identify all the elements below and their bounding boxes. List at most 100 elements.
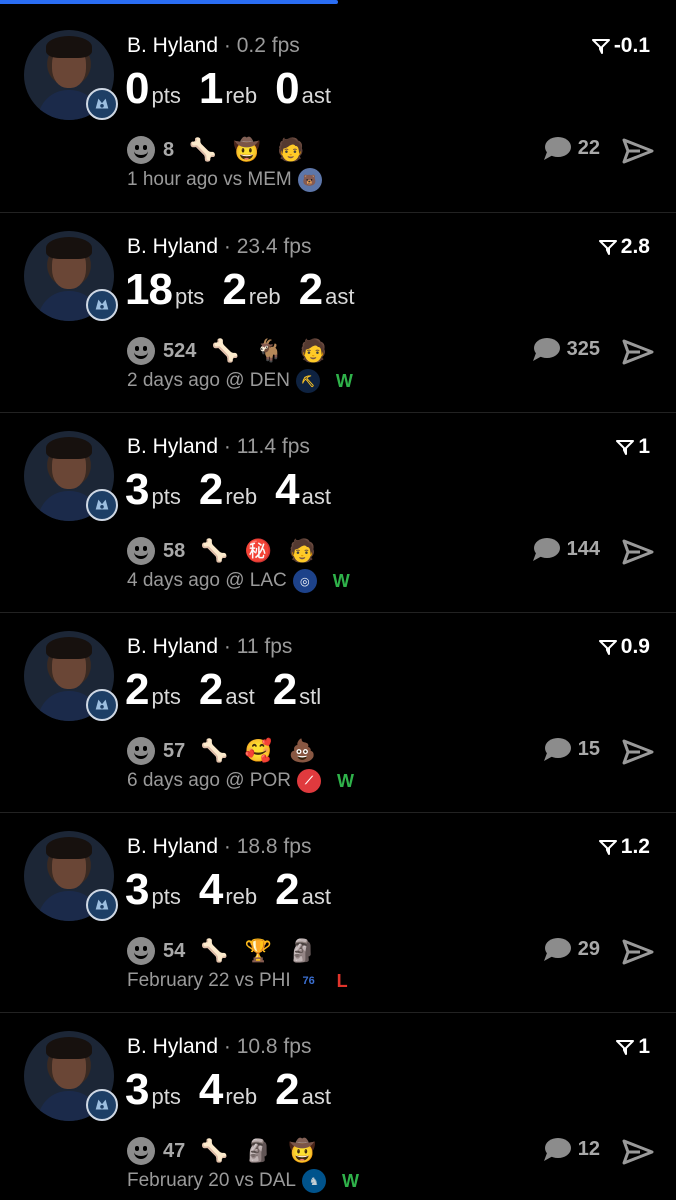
comment-count: 12 bbox=[577, 1137, 600, 1160]
reaction-emoji-3[interactable]: 🧑 bbox=[276, 139, 306, 161]
game-info: February 20 vs DAL bbox=[127, 1170, 296, 1191]
player-name-line[interactable]: B. Hyland · 10.8 fps bbox=[127, 1035, 311, 1059]
reaction-emoji-1[interactable]: 🦴 bbox=[210, 340, 240, 362]
comments-button[interactable]: 29 bbox=[542, 937, 600, 961]
share-icon[interactable] bbox=[622, 939, 654, 965]
reaction-emoji-3[interactable]: 🗿 bbox=[287, 940, 317, 962]
stat-2: 2 reb bbox=[222, 265, 281, 314]
share-icon[interactable] bbox=[622, 539, 654, 565]
reaction-emoji-3[interactable]: 🧑 bbox=[287, 540, 317, 562]
smile-reaction-icon[interactable] bbox=[127, 1137, 155, 1165]
stat-3: 2 ast bbox=[275, 865, 331, 914]
reaction-count: 57 bbox=[163, 739, 186, 762]
comment-count: 144 bbox=[566, 537, 600, 560]
stat-3: 2 ast bbox=[275, 1065, 331, 1114]
reaction-bar: 524 🦴 🐐 🧑 bbox=[127, 337, 328, 365]
reaction-count: 8 bbox=[163, 138, 175, 161]
player-name-line[interactable]: B. Hyland · 18.8 fps bbox=[127, 835, 311, 859]
reaction-count: 524 bbox=[163, 339, 197, 362]
reaction-emoji-2[interactable]: 🗿 bbox=[243, 1140, 273, 1162]
player-name: B. Hyland bbox=[127, 1035, 219, 1058]
game-meta: February 22 vs PHI 76 L bbox=[127, 969, 348, 993]
filter-icon bbox=[598, 240, 617, 255]
reaction-emoji-1[interactable]: 🦴 bbox=[199, 940, 229, 962]
reaction-emoji-2[interactable]: ㊙️ bbox=[243, 540, 273, 562]
player-name: B. Hyland bbox=[127, 835, 219, 858]
stat-3: 2 stl bbox=[272, 665, 322, 714]
game-card[interactable]: B. Hyland · 11.4 fps 1 3 pts 2 reb 4 ast 58… bbox=[0, 413, 676, 613]
reaction-emoji-3[interactable]: 🧑 bbox=[298, 340, 328, 362]
comments-button[interactable]: 325 bbox=[531, 337, 600, 361]
filter-icon bbox=[616, 1040, 635, 1055]
stat-3: 0 ast bbox=[275, 64, 331, 113]
reaction-bar: 54 🦴 🏆 🗿 bbox=[127, 937, 317, 965]
comments-button[interactable]: 15 bbox=[542, 737, 600, 761]
game-card[interactable]: B. Hyland · 11 fps 0.9 2 pts 2 ast 2 stl 57… bbox=[0, 613, 676, 813]
timberwolves-icon bbox=[86, 689, 118, 721]
comment-count: 15 bbox=[577, 737, 600, 760]
stat-3: 4 ast bbox=[275, 465, 331, 514]
share-icon[interactable] bbox=[622, 1139, 654, 1165]
player-name: B. Hyland bbox=[127, 635, 219, 658]
reaction-emoji-2[interactable]: 🐐 bbox=[254, 340, 284, 362]
player-name-line[interactable]: B. Hyland · 0.2 fps bbox=[127, 34, 300, 58]
player-name-line[interactable]: B. Hyland · 11 fps bbox=[127, 635, 292, 659]
nuggets-logo-icon: ⛏ bbox=[295, 369, 320, 393]
game-info: 6 days ago @ POR bbox=[127, 770, 291, 791]
smile-reaction-icon[interactable] bbox=[127, 737, 155, 765]
share-icon[interactable] bbox=[622, 138, 654, 164]
reaction-emoji-1[interactable]: 🦴 bbox=[188, 139, 218, 161]
reaction-emoji-3[interactable]: 💩 bbox=[287, 740, 317, 762]
comment-count: 325 bbox=[566, 337, 600, 360]
fantasy-points: 11.4 fps bbox=[236, 435, 310, 458]
clippers-logo-icon: ◎ bbox=[292, 569, 317, 593]
reaction-bar: 57 🦴 🥰 💩 bbox=[127, 737, 317, 765]
reaction-emoji-1[interactable]: 🦴 bbox=[199, 740, 229, 762]
smile-reaction-icon[interactable] bbox=[127, 337, 155, 365]
comments-button[interactable]: 144 bbox=[531, 537, 600, 561]
score-value: 2.8 bbox=[598, 235, 650, 259]
player-name-line[interactable]: B. Hyland · 11.4 fps bbox=[127, 435, 310, 459]
comments-button[interactable]: 12 bbox=[542, 1137, 600, 1161]
game-card[interactable]: B. Hyland · 18.8 fps 1.2 3 pts 4 reb 2 ast … bbox=[0, 813, 676, 1013]
reaction-emoji-2[interactable]: 🥰 bbox=[243, 740, 273, 762]
smile-reaction-icon[interactable] bbox=[127, 136, 155, 164]
fantasy-points: 10.8 fps bbox=[236, 1035, 312, 1058]
stat-2: 4 reb bbox=[198, 1065, 258, 1114]
score-value: 1 bbox=[616, 1035, 650, 1059]
reaction-emoji-1[interactable]: 🦴 bbox=[199, 540, 229, 562]
reaction-bar: 58 🦴 ㊙️ 🧑 bbox=[127, 537, 317, 565]
player-name-line[interactable]: B. Hyland · 23.4 fps bbox=[127, 235, 311, 259]
timberwolves-icon bbox=[86, 1089, 118, 1121]
reaction-bar: 47 🦴 🗿 🤠 bbox=[127, 1137, 317, 1165]
game-meta: 1 hour ago vs MEM 🐻 bbox=[127, 168, 338, 192]
share-icon[interactable] bbox=[622, 339, 654, 365]
game-info: 4 days ago @ LAC bbox=[127, 570, 287, 591]
game-meta: 4 days ago @ LAC ◎ W bbox=[127, 569, 350, 593]
score-value: 1 bbox=[616, 435, 650, 459]
blazers-logo-icon: ⟋ bbox=[296, 769, 321, 793]
smile-reaction-icon[interactable] bbox=[127, 537, 155, 565]
game-card[interactable]: B. Hyland · 0.2 fps -0.1 0 pts 1 reb 0 ast … bbox=[0, 12, 676, 213]
stat-2: 1 reb bbox=[198, 64, 258, 113]
stat-1: 3 pts bbox=[125, 1065, 181, 1114]
filter-icon bbox=[616, 440, 635, 455]
reaction-emoji-1[interactable]: 🦴 bbox=[199, 1140, 229, 1162]
share-icon[interactable] bbox=[622, 739, 654, 765]
game-card[interactable]: B. Hyland · 10.8 fps 1 3 pts 4 reb 2 ast 47… bbox=[0, 1013, 676, 1200]
comments-button[interactable]: 22 bbox=[542, 136, 600, 160]
reaction-count: 47 bbox=[163, 1139, 186, 1162]
game-info: 2 days ago @ DEN bbox=[127, 370, 290, 391]
stat-3: 2 ast bbox=[298, 265, 355, 314]
reaction-emoji-3[interactable]: 🤠 bbox=[287, 1140, 317, 1162]
reaction-emoji-2[interactable]: 🤠 bbox=[232, 139, 262, 161]
reaction-bar: 8 🦴 🤠 🧑 bbox=[127, 136, 306, 164]
smile-reaction-icon[interactable] bbox=[127, 937, 155, 965]
stat-1: 18 pts bbox=[125, 265, 205, 314]
reaction-emoji-2[interactable]: 🏆 bbox=[243, 940, 273, 962]
game-card[interactable]: B. Hyland · 23.4 fps 2.8 18 pts 2 reb 2 ast… bbox=[0, 213, 676, 413]
game-result: L bbox=[336, 970, 348, 991]
76ers-logo-icon: 76 bbox=[302, 975, 315, 987]
score-value: 0.9 bbox=[598, 635, 650, 659]
game-info: 1 hour ago vs MEM bbox=[127, 169, 292, 190]
